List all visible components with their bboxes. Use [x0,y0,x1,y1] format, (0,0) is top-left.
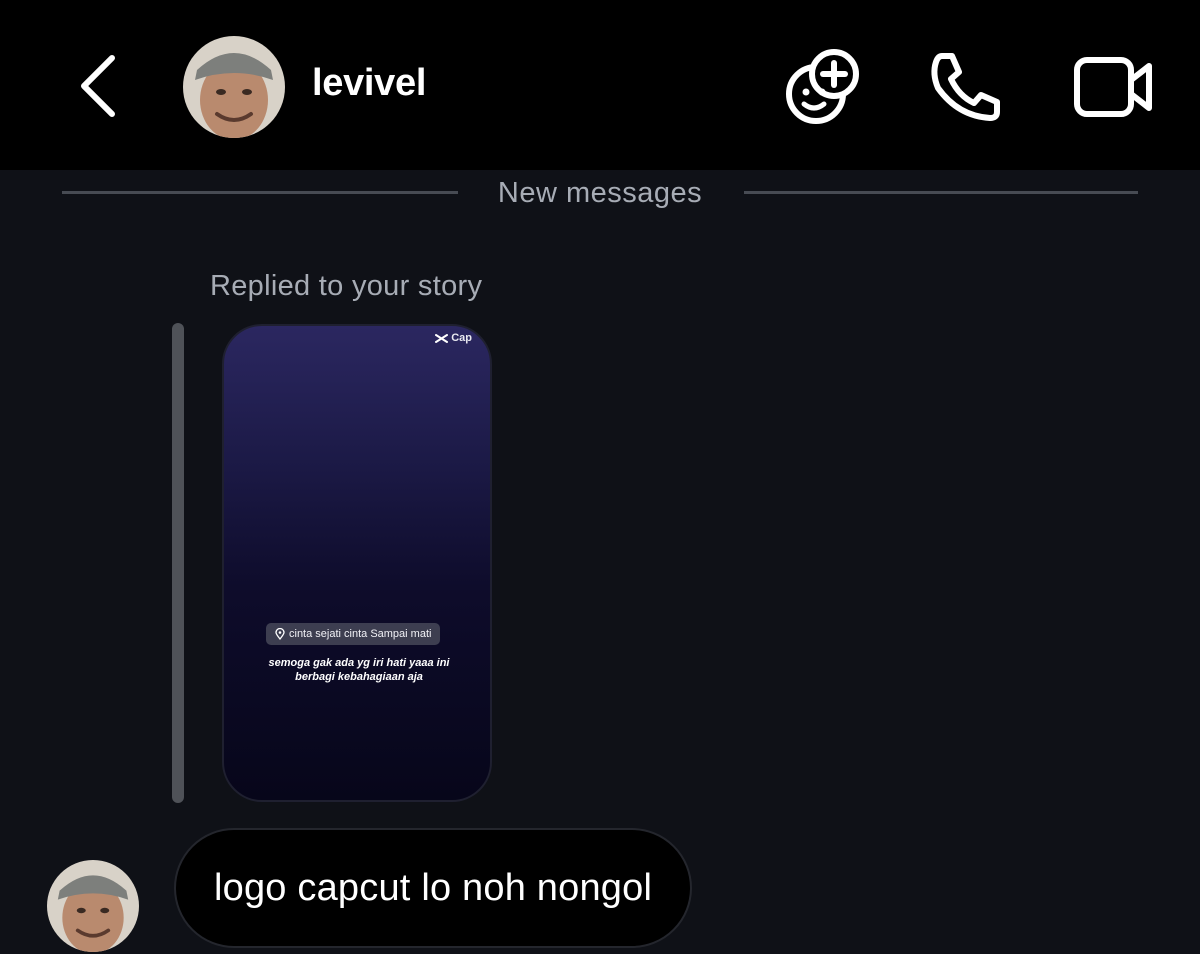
location-sticker: cinta sejati cinta Sampai mati [266,623,441,645]
story-preview[interactable]: Cap cinta sejati cinta Sampai mati semog… [222,324,492,802]
effects-add-icon [786,49,859,124]
back-button[interactable] [72,50,128,120]
message-bubble[interactable]: logo capcut lo noh nongol [174,828,693,948]
capcut-logo: Cap [435,332,472,344]
video-camera-icon [1074,57,1152,117]
capcut-icon [435,333,449,343]
reply-indicator-bar [172,323,184,803]
call-button[interactable] [928,50,1004,122]
story-caption: semoga gak ada yg iri hati yaaa ini berb… [268,657,450,683]
divider-line-right [744,191,1138,194]
chat-header: levivel [0,0,1200,170]
capcut-brand-text: Cap [451,332,472,344]
effects-button[interactable] [782,46,862,126]
location-text: cinta sejati cinta Sampai mati [289,628,432,640]
divider-line-left [62,191,458,194]
new-messages-divider: New messages [62,170,1138,216]
chat-username[interactable]: levivel [312,62,426,105]
message-text: logo capcut lo noh nongol [214,866,653,909]
chevron-left-icon [81,55,115,117]
video-call-button[interactable] [1072,52,1154,120]
story-reply-label: Replied to your story [210,270,483,302]
location-pin-icon [275,628,285,640]
phone-icon [931,53,1000,121]
header-avatar[interactable] [183,36,285,138]
new-messages-label: New messages [497,177,703,209]
sender-avatar[interactable] [47,860,139,952]
